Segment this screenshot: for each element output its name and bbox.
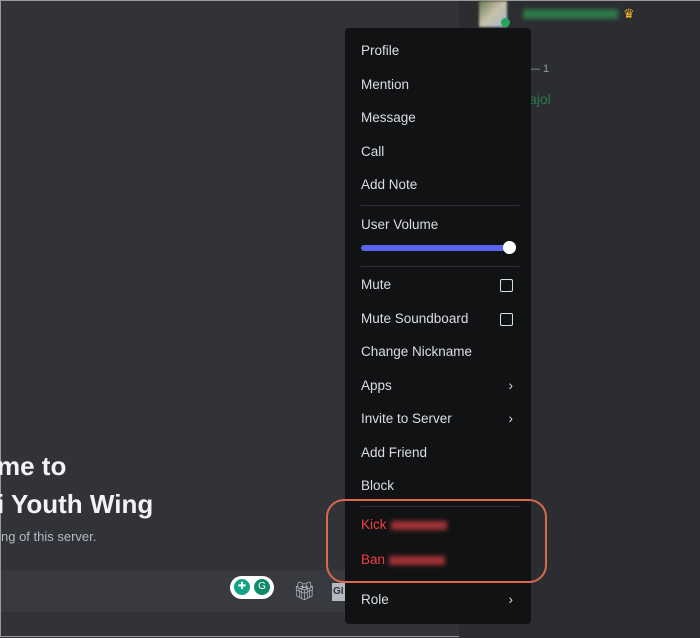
menu-block[interactable]: Block bbox=[353, 471, 523, 501]
apps-label: Apps bbox=[361, 378, 392, 393]
bulb-icon[interactable]: ✚ bbox=[234, 579, 250, 595]
online-status-icon bbox=[501, 18, 510, 27]
member-name[interactable]: ajol bbox=[529, 91, 551, 107]
grammarly-widget[interactable]: ✚ G bbox=[230, 576, 274, 599]
chevron-right-icon: › bbox=[508, 592, 514, 607]
volume-slider-handle[interactable] bbox=[503, 241, 516, 254]
menu-change-nickname[interactable]: Change Nickname bbox=[353, 337, 523, 367]
menu-mute[interactable]: Mute bbox=[353, 270, 523, 300]
mute-label: Mute bbox=[361, 277, 392, 292]
welcome-subtitle: ng of this server. bbox=[1, 529, 97, 544]
role-count: — 1 bbox=[529, 63, 550, 75]
menu-profile[interactable]: Profile bbox=[353, 36, 523, 66]
volume-slider[interactable] bbox=[361, 245, 511, 251]
menu-add-note[interactable]: Add Note bbox=[353, 170, 523, 200]
divider bbox=[361, 205, 519, 206]
welcome-heading: me to i Youth Wing bbox=[0, 447, 153, 523]
divider bbox=[361, 266, 519, 267]
user-volume-label: User Volume bbox=[361, 217, 439, 232]
menu-apps[interactable]: Apps › bbox=[353, 371, 523, 401]
crown-icon: ♛ bbox=[623, 6, 635, 21]
chevron-right-icon: › bbox=[508, 411, 514, 426]
menu-message[interactable]: Message bbox=[353, 103, 523, 133]
welcome-line2: i Youth Wing bbox=[0, 489, 154, 519]
role-label: Role bbox=[361, 592, 389, 607]
highlight-annotation bbox=[326, 499, 547, 583]
checkbox-icon[interactable] bbox=[500, 279, 513, 292]
gif-button[interactable]: GI bbox=[332, 583, 346, 601]
grammarly-icon[interactable]: G bbox=[254, 579, 270, 595]
mute-soundboard-label: Mute Soundboard bbox=[361, 311, 469, 326]
blurred-username[interactable] bbox=[523, 9, 618, 19]
menu-add-friend[interactable]: Add Friend bbox=[353, 438, 523, 468]
gift-icon[interactable]: 🎁︎ bbox=[293, 581, 316, 602]
menu-role[interactable]: Role › bbox=[353, 585, 523, 615]
menu-call[interactable]: Call bbox=[353, 137, 523, 167]
menu-mute-soundboard[interactable]: Mute Soundboard bbox=[353, 304, 523, 334]
welcome-line1: me to bbox=[0, 451, 67, 481]
checkbox-icon[interactable] bbox=[500, 313, 513, 326]
invite-label: Invite to Server bbox=[361, 411, 452, 426]
menu-invite-to-server[interactable]: Invite to Server › bbox=[353, 404, 523, 434]
menu-mention[interactable]: Mention bbox=[353, 70, 523, 100]
chevron-right-icon: › bbox=[508, 378, 514, 393]
